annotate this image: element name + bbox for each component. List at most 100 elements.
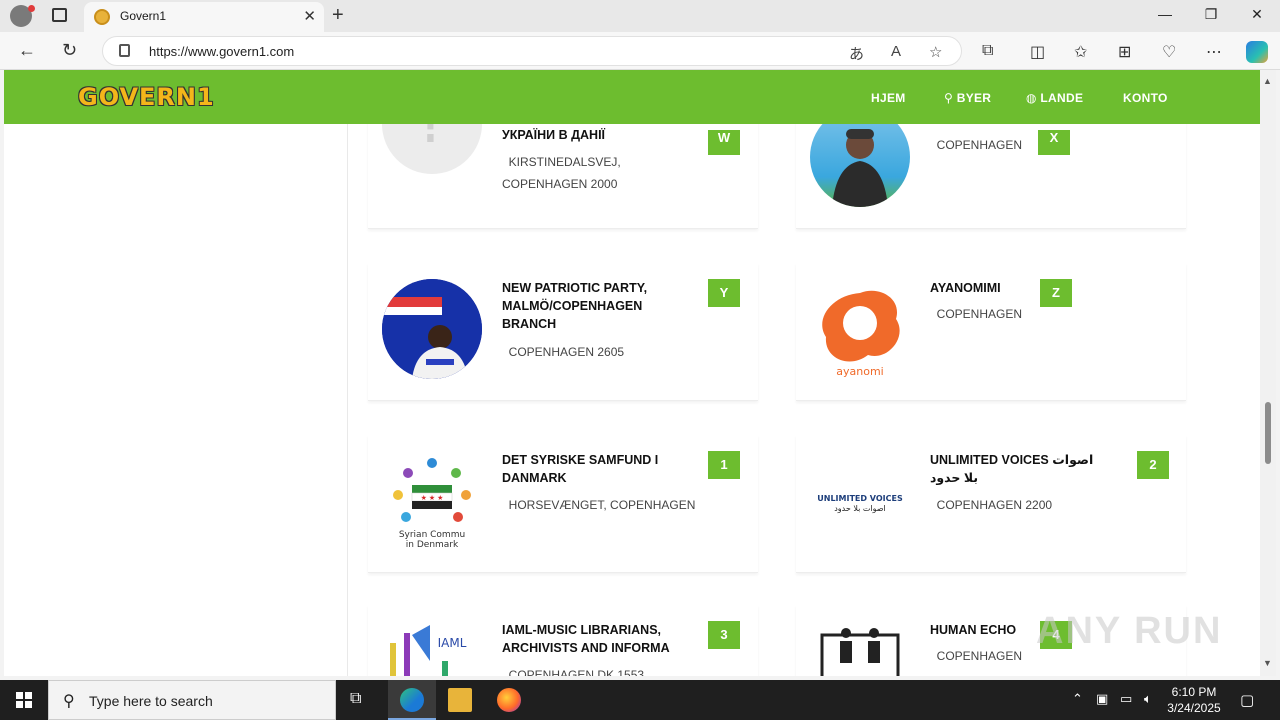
favorites-icon[interactable]: ✩ — [1074, 42, 1087, 62]
close-window-button[interactable]: ✕ — [1234, 6, 1280, 23]
nav-account[interactable]: KONTO — [1123, 91, 1168, 105]
page-viewport: GOVERN1 HJEM ⚲ BYER ◍ LANDE KONTO ? УКРА… — [4, 70, 1260, 676]
read-aloud-icon[interactable]: A — [891, 43, 901, 60]
page-scrollbar[interactable]: ▲ ▼ — [1260, 70, 1276, 676]
browser-tab-bar: Govern1 ✕ + — ❐ ✕ — [0, 0, 1280, 32]
letter-badge: 3 — [708, 621, 740, 649]
close-tab-button[interactable]: ✕ — [303, 7, 316, 25]
scroll-up-icon[interactable]: ▲ — [1263, 76, 1272, 86]
notification-dot — [28, 5, 35, 12]
back-arrow-icon[interactable]: ← — [18, 40, 36, 61]
anyrun-watermark: ANY RUN — [1036, 610, 1223, 652]
org-address: KIRSTINEDALSVEJ, COPENHAGEN 2000 — [502, 151, 712, 195]
favorite-star-icon[interactable]: ☆ — [929, 43, 942, 61]
letter-badge: 1 — [708, 451, 740, 479]
org-address-line2: COPENHAGEN 2000 — [502, 177, 618, 191]
org-name[interactable]: UNLIMITED VOICES اصوات بلا حدود — [930, 451, 1110, 487]
letter-badge: W — [708, 130, 740, 155]
refresh-icon[interactable]: ↻ — [62, 40, 77, 61]
uv-logo-text-2: اصوات بلا حدود — [834, 504, 886, 513]
ayanomimi-logo-text: ayanomi — [836, 365, 883, 378]
translate-icon[interactable]: あ — [849, 43, 864, 64]
tray-chevron-icon[interactable]: ⌃ — [1072, 691, 1083, 707]
network-icon[interactable]: ▭ — [1120, 691, 1132, 707]
nav-countries[interactable]: ◍ LANDE — [1026, 91, 1083, 105]
volume-icon[interactable]: 🔈︎ — [1144, 691, 1152, 707]
org-address: COPENHAGEN 2200 — [930, 494, 1140, 516]
org-address-line1: COPENHAGEN — [936, 138, 1023, 152]
org-name[interactable]: NEW PATRIOTIC PARTY, MALMÖ/COPENHAGEN BR… — [502, 279, 692, 333]
uv-logo-text-1: UNLIMITED VOICES — [817, 494, 903, 503]
nav-cities[interactable]: ⚲ BYER — [944, 91, 991, 105]
org-card[interactable]: ★ ★ ★ Syrian Commu in Denmark DET SYRISKE … — [368, 435, 758, 573]
new-tab-button[interactable]: + — [332, 4, 344, 27]
nav-home[interactable]: HJEM — [871, 91, 906, 105]
meet-now-icon[interactable]: ▣ — [1096, 691, 1108, 707]
windows-taskbar: ⚲ Type here to search ⧉ ⌃ ▣ ▭ 🔈︎ 6:10 PM… — [0, 680, 1280, 720]
browser-essentials-icon[interactable]: ♡ — [1162, 42, 1176, 62]
file-explorer-icon[interactable] — [448, 688, 472, 712]
org-address-line1: COPENHAGEN — [936, 649, 1023, 663]
globe-icon: ◍ — [1026, 91, 1037, 105]
url-bar[interactable]: https://www.govern1.com あ A ☆ — [102, 36, 962, 66]
org-address-line1: HORSEVÆNGET, COPENHAGEN — [508, 498, 696, 512]
map-marker-icon: ⚲ — [944, 91, 954, 105]
letter-badge: 2 — [1137, 451, 1169, 479]
org-card[interactable]: ayanomi AYANOMIMI COPENHAGEN Z — [796, 263, 1186, 401]
org-address-line1: COPENHAGEN 2200 — [936, 498, 1053, 512]
firefox-icon[interactable] — [497, 688, 521, 712]
more-menu-icon[interactable]: ⋯ — [1206, 42, 1222, 62]
copilot-icon[interactable] — [1246, 41, 1268, 63]
system-clock[interactable]: 6:10 PM 3/24/2025 — [1164, 684, 1224, 716]
org-name[interactable]: AYANOMIMI — [930, 279, 1120, 297]
human-echo-logo — [810, 621, 910, 676]
org-address: COPENHAGEN — [930, 134, 1140, 156]
ayanomimi-logo: ayanomi — [810, 279, 910, 379]
url-text[interactable]: https://www.govern1.com — [149, 44, 294, 59]
nav-countries-label: LANDE — [1040, 91, 1084, 105]
minimize-button[interactable]: — — [1142, 6, 1188, 22]
taskbar-search[interactable]: ⚲ Type here to search — [48, 680, 336, 720]
split-screen-icon[interactable]: ◫ — [1030, 42, 1045, 62]
windows-start-icon[interactable] — [16, 692, 32, 708]
org-name[interactable]: DET SYRISKE SAMFUND I DANMARK — [502, 451, 692, 487]
maximize-button[interactable]: ❐ — [1188, 6, 1234, 23]
scroll-thumb[interactable] — [1265, 402, 1271, 464]
org-address-line1: COPENHAGEN DK 1553 — [508, 668, 645, 676]
browser-tab-govern1[interactable]: Govern1 ✕ — [84, 2, 324, 32]
site-logo[interactable]: GOVERN1 — [78, 83, 215, 111]
org-address: HORSEVÆNGET, COPENHAGEN — [502, 494, 712, 516]
syrian-logo-text-2: in Denmark — [406, 540, 459, 550]
org-photo — [382, 279, 482, 379]
nav-cities-label: BYER — [956, 91, 992, 105]
search-icon: ⚲ — [63, 693, 75, 710]
lock-icon[interactable] — [119, 44, 130, 57]
tab-title: Govern1 — [120, 9, 167, 23]
org-name[interactable]: IAML-MUSIC LIBRARIANS, ARCHIVISTS AND IN… — [502, 621, 692, 657]
letter-badge: Z — [1040, 279, 1072, 307]
taskbar-edge-button[interactable] — [388, 680, 436, 720]
syrian-community-logo: ★ ★ ★ Syrian Commu in Denmark — [382, 451, 482, 551]
task-view-icon[interactable]: ⧉ — [350, 690, 361, 708]
edge-icon — [400, 688, 424, 712]
tab-actions-icon[interactable] — [52, 8, 67, 22]
extensions-icon[interactable]: ⧉ — [982, 42, 993, 60]
syrian-logo-text-1: Syrian Commu — [399, 530, 465, 540]
search-placeholder: Type here to search — [89, 693, 213, 709]
unlimited-voices-logo: UNLIMITED VOICES اصوات بلا حدود — [810, 451, 910, 551]
address-toolbar: ← ↻ https://www.govern1.com あ A ☆ ⧉ ◫ ✩ … — [0, 32, 1280, 70]
org-card[interactable]: NEW PATRIOTIC PARTY, MALMÖ/COPENHAGEN BR… — [368, 263, 758, 401]
notifications-icon[interactable]: ▢ — [1240, 691, 1254, 709]
collections-icon[interactable]: ⊞ — [1118, 42, 1131, 62]
letter-badge: Y — [708, 279, 740, 307]
org-address-line1: COPENHAGEN — [936, 307, 1023, 321]
org-address: COPENHAGEN — [930, 303, 1140, 325]
org-address-line1: COPENHAGEN 2605 — [508, 345, 625, 359]
scroll-down-icon[interactable]: ▼ — [1263, 658, 1272, 668]
org-name[interactable]: УКРАЇНИ В ДАНІЇ — [502, 126, 692, 144]
org-card[interactable]: UNLIMITED VOICES اصوات بلا حدود UNLIMITED… — [796, 435, 1186, 573]
clock-time: 6:10 PM — [1171, 685, 1217, 699]
site-header: GOVERN1 HJEM ⚲ BYER ◍ LANDE KONTO — [4, 70, 1260, 124]
favicon-icon — [94, 9, 110, 25]
org-card[interactable]: IAML IAML-MUSIC LIBRARIANS, ARCHIVISTS A… — [368, 605, 758, 676]
